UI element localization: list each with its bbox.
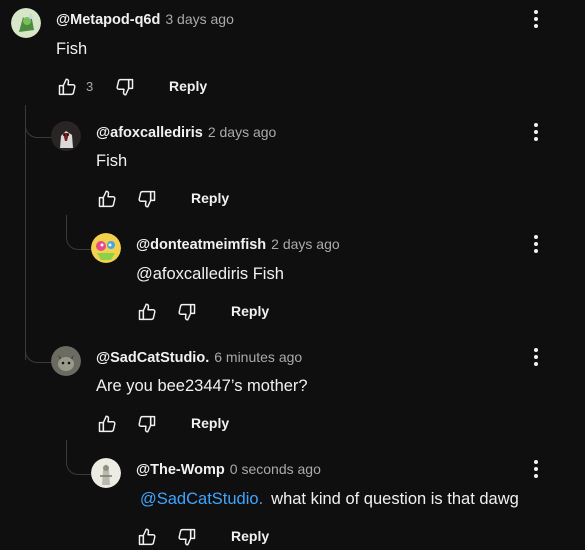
comment-time[interactable]: 2 days ago	[208, 124, 277, 140]
comment-time[interactable]: 2 days ago	[271, 236, 340, 252]
comment-time[interactable]: 0 seconds ago	[230, 461, 321, 477]
reply-button[interactable]: Reply	[231, 528, 269, 544]
comment-actions: Reply	[96, 413, 296, 437]
more-vertical-icon[interactable]	[526, 232, 546, 256]
mention-link[interactable]: @SadCatStudio.	[140, 490, 263, 508]
comment-body: Are you bee23447’s mother?	[96, 377, 308, 395]
reply-button[interactable]: Reply	[231, 303, 269, 319]
comment-actions: Reply	[136, 526, 336, 550]
comment-author[interactable]: @afoxcallediris	[96, 125, 203, 141]
thumbs-down-icon[interactable]	[176, 526, 198, 548]
comment-body: @afoxcallediris Fish	[136, 265, 284, 283]
comment-actions: Reply	[96, 188, 296, 212]
avatar[interactable]	[91, 458, 121, 488]
more-vertical-icon[interactable]	[526, 120, 546, 144]
thumbs-down-icon[interactable]	[136, 188, 158, 210]
thumbs-up-icon[interactable]	[56, 76, 78, 98]
thumbs-down-icon[interactable]	[176, 301, 198, 323]
thread-line-nested-womp	[66, 440, 94, 475]
thumbs-down-icon[interactable]	[136, 413, 158, 435]
thread-line-reply-afox	[25, 330, 54, 363]
avatar[interactable]	[91, 233, 121, 263]
reply-button[interactable]: Reply	[191, 190, 229, 206]
comment-body: Fish	[56, 40, 88, 58]
like-count: 3	[86, 79, 94, 94]
comment-author[interactable]: @The-Womp	[136, 462, 225, 478]
comment-time[interactable]: 6 minutes ago	[214, 349, 302, 365]
reply-button[interactable]: Reply	[169, 78, 207, 94]
thread-line-nested-donteat	[66, 215, 94, 250]
more-vertical-icon[interactable]	[526, 7, 546, 31]
thread-line-top-reply	[25, 105, 54, 138]
thumbs-up-icon[interactable]	[96, 188, 118, 210]
comment-author[interactable]: @Metapod-q6d	[56, 12, 160, 28]
avatar[interactable]	[51, 346, 81, 376]
thumbs-up-icon[interactable]	[136, 301, 158, 323]
comment-time[interactable]: 3 days ago	[165, 11, 234, 27]
thumbs-up-icon[interactable]	[136, 526, 158, 548]
more-vertical-icon[interactable]	[526, 457, 546, 481]
thumbs-down-icon[interactable]	[114, 76, 136, 98]
comment-author[interactable]: @SadCatStudio.	[96, 350, 209, 366]
comment-body: Fish	[96, 152, 128, 170]
avatar[interactable]	[51, 121, 81, 151]
comment-body-text: what kind of question is that dawg	[271, 490, 519, 508]
thumbs-up-icon[interactable]	[96, 413, 118, 435]
thread-line-main	[25, 105, 26, 360]
avatar[interactable]	[11, 8, 41, 38]
more-vertical-icon[interactable]	[526, 345, 546, 369]
comment-actions: Reply	[136, 301, 336, 325]
reply-button[interactable]: Reply	[191, 415, 229, 431]
comment-author[interactable]: @donteatmeimfish	[136, 237, 266, 253]
comment-actions: 3 Reply	[56, 76, 256, 100]
comment-body: @SadCatStudio. what kind of question is t…	[140, 488, 519, 510]
